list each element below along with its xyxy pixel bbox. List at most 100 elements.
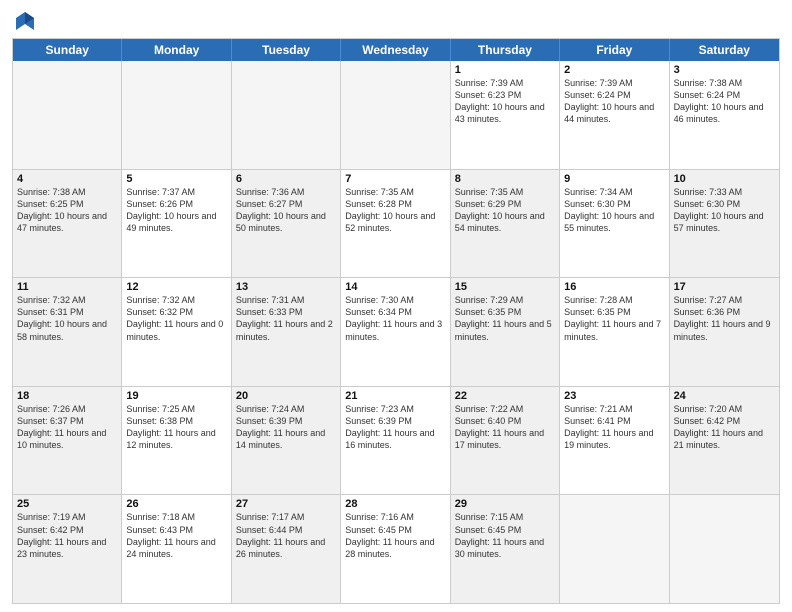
calendar-cell-r1-c1: 5Sunrise: 7:37 AM Sunset: 6:26 PM Daylig…: [122, 170, 231, 278]
day-number-r1-c4: 8: [455, 173, 555, 185]
calendar-cell-r4-c4: 29Sunrise: 7:15 AM Sunset: 6:45 PM Dayli…: [451, 495, 560, 603]
cell-text-r1-c6: Sunrise: 7:33 AM Sunset: 6:30 PM Dayligh…: [674, 186, 775, 235]
calendar-cell-r3-c0: 18Sunrise: 7:26 AM Sunset: 6:37 PM Dayli…: [13, 387, 122, 495]
cell-text-r1-c1: Sunrise: 7:37 AM Sunset: 6:26 PM Dayligh…: [126, 186, 226, 235]
day-number-r3-c1: 19: [126, 390, 226, 402]
calendar-cell-r4-c1: 26Sunrise: 7:18 AM Sunset: 6:43 PM Dayli…: [122, 495, 231, 603]
cell-text-r3-c2: Sunrise: 7:24 AM Sunset: 6:39 PM Dayligh…: [236, 403, 336, 452]
header: [12, 10, 780, 32]
calendar-cell-r0-c5: 2Sunrise: 7:39 AM Sunset: 6:24 PM Daylig…: [560, 61, 669, 169]
header-sunday: Sunday: [13, 39, 122, 61]
cell-text-r3-c5: Sunrise: 7:21 AM Sunset: 6:41 PM Dayligh…: [564, 403, 664, 452]
calendar-header: Sunday Monday Tuesday Wednesday Thursday…: [13, 39, 779, 61]
cell-text-r3-c0: Sunrise: 7:26 AM Sunset: 6:37 PM Dayligh…: [17, 403, 117, 452]
cell-text-r1-c0: Sunrise: 7:38 AM Sunset: 6:25 PM Dayligh…: [17, 186, 117, 235]
calendar-cell-r2-c2: 13Sunrise: 7:31 AM Sunset: 6:33 PM Dayli…: [232, 278, 341, 386]
calendar-cell-r2-c6: 17Sunrise: 7:27 AM Sunset: 6:36 PM Dayli…: [670, 278, 779, 386]
day-number-r1-c5: 9: [564, 173, 664, 185]
cell-text-r0-c6: Sunrise: 7:38 AM Sunset: 6:24 PM Dayligh…: [674, 77, 775, 126]
calendar-cell-r1-c4: 8Sunrise: 7:35 AM Sunset: 6:29 PM Daylig…: [451, 170, 560, 278]
calendar-cell-r2-c4: 15Sunrise: 7:29 AM Sunset: 6:35 PM Dayli…: [451, 278, 560, 386]
cell-text-r1-c5: Sunrise: 7:34 AM Sunset: 6:30 PM Dayligh…: [564, 186, 664, 235]
calendar-cell-r2-c1: 12Sunrise: 7:32 AM Sunset: 6:32 PM Dayli…: [122, 278, 231, 386]
cell-text-r4-c0: Sunrise: 7:19 AM Sunset: 6:42 PM Dayligh…: [17, 511, 117, 560]
cell-text-r2-c2: Sunrise: 7:31 AM Sunset: 6:33 PM Dayligh…: [236, 294, 336, 343]
calendar-row-2: 11Sunrise: 7:32 AM Sunset: 6:31 PM Dayli…: [13, 277, 779, 386]
header-thursday: Thursday: [451, 39, 560, 61]
calendar-row-1: 4Sunrise: 7:38 AM Sunset: 6:25 PM Daylig…: [13, 169, 779, 278]
day-number-r1-c1: 5: [126, 173, 226, 185]
day-number-r2-c4: 15: [455, 281, 555, 293]
day-number-r2-c1: 12: [126, 281, 226, 293]
calendar-row-0: 1Sunrise: 7:39 AM Sunset: 6:23 PM Daylig…: [13, 61, 779, 169]
cell-text-r3-c1: Sunrise: 7:25 AM Sunset: 6:38 PM Dayligh…: [126, 403, 226, 452]
calendar-cell-r1-c0: 4Sunrise: 7:38 AM Sunset: 6:25 PM Daylig…: [13, 170, 122, 278]
calendar-cell-r0-c1: [122, 61, 231, 169]
day-number-r0-c5: 2: [564, 64, 664, 76]
calendar-cell-r4-c0: 25Sunrise: 7:19 AM Sunset: 6:42 PM Dayli…: [13, 495, 122, 603]
day-number-r1-c0: 4: [17, 173, 117, 185]
cell-text-r4-c3: Sunrise: 7:16 AM Sunset: 6:45 PM Dayligh…: [345, 511, 445, 560]
day-number-r2-c5: 16: [564, 281, 664, 293]
cell-text-r1-c3: Sunrise: 7:35 AM Sunset: 6:28 PM Dayligh…: [345, 186, 445, 235]
logo-icon: [16, 10, 34, 32]
day-number-r4-c4: 29: [455, 498, 555, 510]
calendar-cell-r0-c0: [13, 61, 122, 169]
day-number-r3-c6: 24: [674, 390, 775, 402]
calendar-cell-r3-c5: 23Sunrise: 7:21 AM Sunset: 6:41 PM Dayli…: [560, 387, 669, 495]
cell-text-r3-c3: Sunrise: 7:23 AM Sunset: 6:39 PM Dayligh…: [345, 403, 445, 452]
day-number-r3-c0: 18: [17, 390, 117, 402]
day-number-r0-c6: 3: [674, 64, 775, 76]
calendar: Sunday Monday Tuesday Wednesday Thursday…: [12, 38, 780, 604]
day-number-r1-c2: 6: [236, 173, 336, 185]
page-container: Sunday Monday Tuesday Wednesday Thursday…: [0, 0, 792, 612]
day-number-r3-c5: 23: [564, 390, 664, 402]
calendar-cell-r1-c3: 7Sunrise: 7:35 AM Sunset: 6:28 PM Daylig…: [341, 170, 450, 278]
calendar-row-3: 18Sunrise: 7:26 AM Sunset: 6:37 PM Dayli…: [13, 386, 779, 495]
calendar-cell-r3-c4: 22Sunrise: 7:22 AM Sunset: 6:40 PM Dayli…: [451, 387, 560, 495]
cell-text-r2-c4: Sunrise: 7:29 AM Sunset: 6:35 PM Dayligh…: [455, 294, 555, 343]
calendar-body: 1Sunrise: 7:39 AM Sunset: 6:23 PM Daylig…: [13, 61, 779, 603]
calendar-cell-r1-c6: 10Sunrise: 7:33 AM Sunset: 6:30 PM Dayli…: [670, 170, 779, 278]
calendar-cell-r2-c0: 11Sunrise: 7:32 AM Sunset: 6:31 PM Dayli…: [13, 278, 122, 386]
header-tuesday: Tuesday: [232, 39, 341, 61]
cell-text-r2-c3: Sunrise: 7:30 AM Sunset: 6:34 PM Dayligh…: [345, 294, 445, 343]
cell-text-r2-c1: Sunrise: 7:32 AM Sunset: 6:32 PM Dayligh…: [126, 294, 226, 343]
calendar-cell-r0-c4: 1Sunrise: 7:39 AM Sunset: 6:23 PM Daylig…: [451, 61, 560, 169]
calendar-cell-r4-c6: [670, 495, 779, 603]
cell-text-r2-c5: Sunrise: 7:28 AM Sunset: 6:35 PM Dayligh…: [564, 294, 664, 343]
header-friday: Friday: [560, 39, 669, 61]
cell-text-r4-c1: Sunrise: 7:18 AM Sunset: 6:43 PM Dayligh…: [126, 511, 226, 560]
day-number-r2-c3: 14: [345, 281, 445, 293]
cell-text-r2-c6: Sunrise: 7:27 AM Sunset: 6:36 PM Dayligh…: [674, 294, 775, 343]
day-number-r1-c6: 10: [674, 173, 775, 185]
cell-text-r4-c2: Sunrise: 7:17 AM Sunset: 6:44 PM Dayligh…: [236, 511, 336, 560]
day-number-r4-c1: 26: [126, 498, 226, 510]
calendar-cell-r4-c5: [560, 495, 669, 603]
cell-text-r0-c4: Sunrise: 7:39 AM Sunset: 6:23 PM Dayligh…: [455, 77, 555, 126]
calendar-cell-r2-c3: 14Sunrise: 7:30 AM Sunset: 6:34 PM Dayli…: [341, 278, 450, 386]
cell-text-r3-c4: Sunrise: 7:22 AM Sunset: 6:40 PM Dayligh…: [455, 403, 555, 452]
calendar-cell-r4-c2: 27Sunrise: 7:17 AM Sunset: 6:44 PM Dayli…: [232, 495, 341, 603]
day-number-r4-c3: 28: [345, 498, 445, 510]
calendar-cell-r4-c3: 28Sunrise: 7:16 AM Sunset: 6:45 PM Dayli…: [341, 495, 450, 603]
day-number-r3-c3: 21: [345, 390, 445, 402]
calendar-cell-r3-c3: 21Sunrise: 7:23 AM Sunset: 6:39 PM Dayli…: [341, 387, 450, 495]
cell-text-r2-c0: Sunrise: 7:32 AM Sunset: 6:31 PM Dayligh…: [17, 294, 117, 343]
calendar-cell-r0-c6: 3Sunrise: 7:38 AM Sunset: 6:24 PM Daylig…: [670, 61, 779, 169]
logo: [12, 10, 36, 32]
cell-text-r4-c4: Sunrise: 7:15 AM Sunset: 6:45 PM Dayligh…: [455, 511, 555, 560]
calendar-cell-r1-c5: 9Sunrise: 7:34 AM Sunset: 6:30 PM Daylig…: [560, 170, 669, 278]
calendar-cell-r3-c1: 19Sunrise: 7:25 AM Sunset: 6:38 PM Dayli…: [122, 387, 231, 495]
day-number-r4-c2: 27: [236, 498, 336, 510]
calendar-cell-r1-c2: 6Sunrise: 7:36 AM Sunset: 6:27 PM Daylig…: [232, 170, 341, 278]
calendar-cell-r0-c2: [232, 61, 341, 169]
cell-text-r1-c4: Sunrise: 7:35 AM Sunset: 6:29 PM Dayligh…: [455, 186, 555, 235]
day-number-r4-c0: 25: [17, 498, 117, 510]
cell-text-r0-c5: Sunrise: 7:39 AM Sunset: 6:24 PM Dayligh…: [564, 77, 664, 126]
header-wednesday: Wednesday: [341, 39, 450, 61]
calendar-cell-r3-c2: 20Sunrise: 7:24 AM Sunset: 6:39 PM Dayli…: [232, 387, 341, 495]
calendar-cell-r0-c3: [341, 61, 450, 169]
calendar-row-4: 25Sunrise: 7:19 AM Sunset: 6:42 PM Dayli…: [13, 494, 779, 603]
calendar-cell-r2-c5: 16Sunrise: 7:28 AM Sunset: 6:35 PM Dayli…: [560, 278, 669, 386]
